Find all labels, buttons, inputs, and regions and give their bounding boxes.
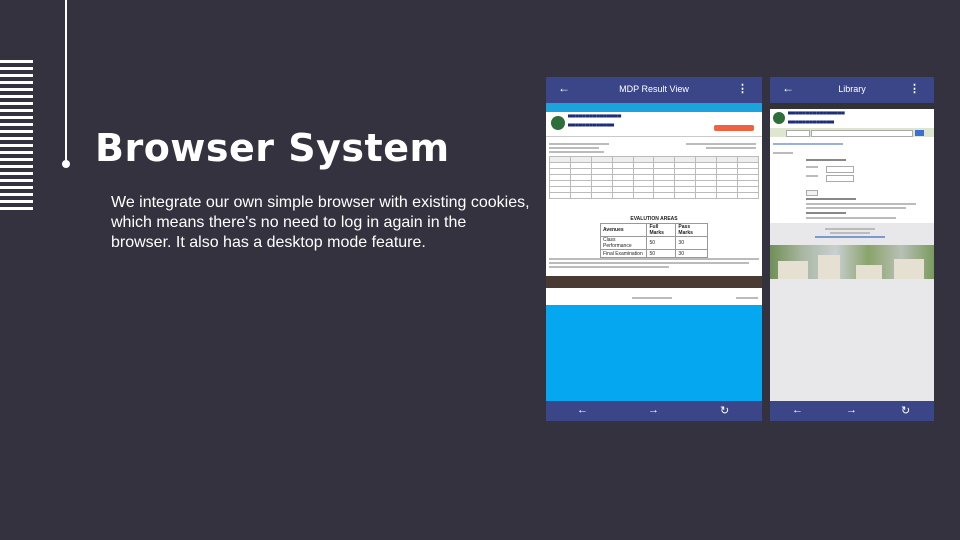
stripe-decoration <box>0 60 33 215</box>
password-field[interactable] <box>826 175 854 182</box>
portal-header: ▀▀▀▀▀▀▀▀▀▀▀▀▀▀▀ ▄▄▄▄▄▄▄▄▄▄▄▄▄ <box>546 112 762 137</box>
vertical-accent-line <box>65 0 67 162</box>
portal-nav-strip <box>546 103 762 112</box>
eval-cell: 30 <box>675 249 708 258</box>
username-field[interactable] <box>826 166 854 173</box>
browser-nav-bar: ← → ↻ <box>770 401 934 421</box>
evaluation-table: Avenues Full Marks Pass Marks Class Perf… <box>599 223 708 258</box>
refresh-icon[interactable]: ↻ <box>901 404 910 417</box>
eval-cell: 50 <box>646 236 677 250</box>
blank-page-area <box>546 305 762 401</box>
search-input[interactable] <box>811 130 913 137</box>
result-view-screenshot: ← MDP Result View ⋮ ▀▀▀▀▀▀▀▀▀▀▀▀▀▀▀ ▄▄▄▄▄… <box>546 77 762 421</box>
university-name-logo: ▀▀▀▀▀▀▀▀▀▀▀▀▀▀▀▀ ▄▄▄▄▄▄▄▄▄▄▄▄▄ <box>788 112 845 124</box>
evaluation-title: EVALUTION AREAS <box>630 216 678 222</box>
eval-cell: Final Examination <box>599 249 648 258</box>
arrow-right-icon[interactable]: → <box>846 404 857 416</box>
library-search-bar <box>770 128 934 137</box>
search-select[interactable] <box>786 130 810 137</box>
university-logo-icon <box>551 116 565 130</box>
blank-page-area <box>770 279 934 401</box>
logout-button[interactable] <box>714 125 754 131</box>
login-button[interactable] <box>806 190 818 196</box>
slide-description: We integrate our own simple browser with… <box>111 194 530 251</box>
university-name-logo: ▀▀▀▀▀▀▀▀▀▀▀▀▀▀▀ ▄▄▄▄▄▄▄▄▄▄▄▄▄ <box>568 115 622 127</box>
result-app-bar: ← MDP Result View ⋮ <box>546 77 762 103</box>
campus-photo <box>770 245 934 279</box>
eval-header: Pass Marks <box>675 223 708 237</box>
arrow-right-icon[interactable]: → <box>648 404 659 416</box>
slide-title: Browser System <box>95 126 450 170</box>
university-logo-icon <box>773 112 785 124</box>
accent-dot <box>62 160 70 168</box>
eval-cell: Class Performance <box>599 236 648 250</box>
result-table <box>549 156 759 199</box>
search-button[interactable] <box>915 130 924 136</box>
page-footer-band <box>546 276 762 288</box>
arrow-left-icon[interactable]: ← <box>577 404 588 416</box>
eval-header: Avenues <box>599 223 648 237</box>
eval-header: Full Marks <box>646 223 677 237</box>
library-screenshot: ← Library ⋮ ▀▀▀▀▀▀▀▀▀▀▀▀▀▀▀▀ ▄▄▄▄▄▄▄▄▄▄▄▄… <box>770 77 934 421</box>
result-app-title: MDP Result View <box>619 84 689 94</box>
more-vertical-icon[interactable]: ⋮ <box>909 82 920 95</box>
arrow-left-icon[interactable]: ← <box>792 404 803 416</box>
eval-cell: 50 <box>646 249 677 258</box>
browser-nav-bar: ← → ↻ <box>546 401 762 421</box>
refresh-icon[interactable]: ↻ <box>720 404 729 417</box>
library-header: ▀▀▀▀▀▀▀▀▀▀▀▀▀▀▀▀ ▄▄▄▄▄▄▄▄▄▄▄▄▄ <box>770 109 934 128</box>
library-app-bar: ← Library ⋮ <box>770 77 934 103</box>
more-vertical-icon[interactable]: ⋮ <box>737 82 748 95</box>
eval-cell: 30 <box>675 236 708 250</box>
library-footer-info <box>770 223 934 245</box>
